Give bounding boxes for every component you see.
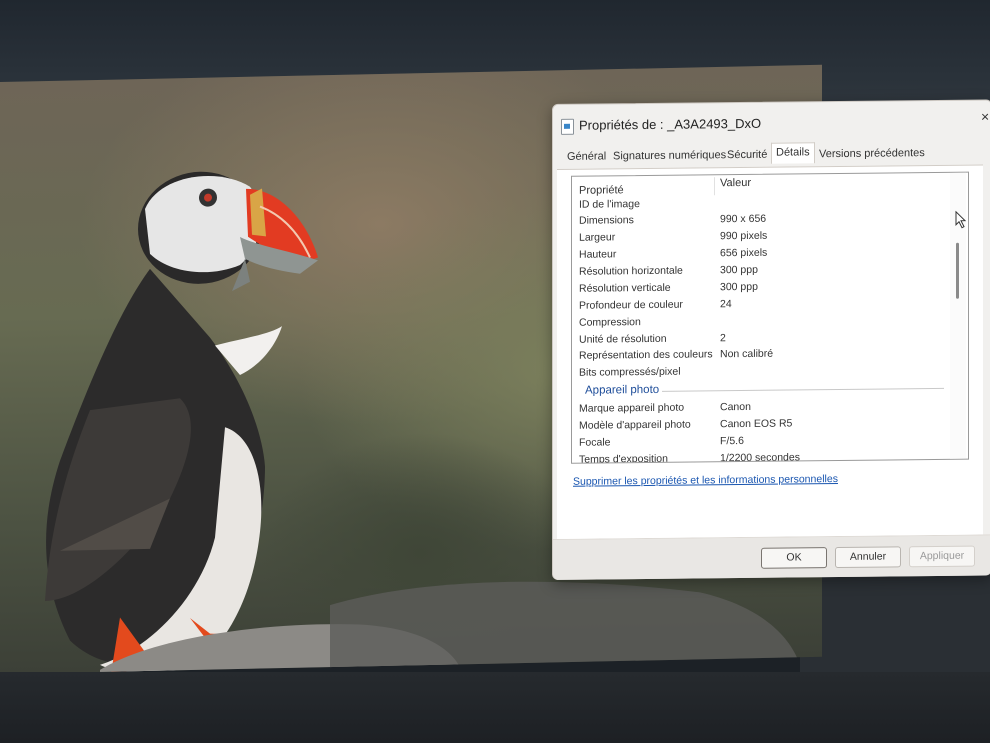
property-value: 300 ppp <box>720 263 758 277</box>
property-name: Hauteur <box>579 248 617 261</box>
remove-properties-link[interactable]: Supprimer les propriétés et les informat… <box>573 473 838 488</box>
property-value: 990 pixels <box>720 229 768 243</box>
property-value: F/5.6 <box>720 434 744 448</box>
property-name: Temps d'exposition <box>579 452 668 464</box>
property-name: Bits compressés/pixel <box>579 365 681 379</box>
desktop-background <box>800 560 990 680</box>
column-divider[interactable] <box>714 177 715 196</box>
tab-general[interactable]: Général <box>563 148 610 164</box>
tab-security[interactable]: Sécurité <box>723 147 771 164</box>
property-name: Dimensions <box>579 214 634 227</box>
details-panel: Propriété Valeur ID de l'image Dimension… <box>557 164 983 570</box>
column-header-property[interactable]: Propriété <box>579 184 624 196</box>
property-name: Compression <box>579 316 641 329</box>
property-name: Focale <box>579 436 611 449</box>
monitor-bezel-bottom <box>0 672 990 743</box>
close-button[interactable]: × <box>981 108 989 124</box>
property-name: Résolution horizontale <box>579 264 683 278</box>
group-heading-camera: Appareil photo <box>585 383 660 397</box>
tab-digital-signatures[interactable]: Signatures numériques <box>609 147 730 164</box>
cancel-button[interactable]: Annuler <box>835 546 901 569</box>
ok-button[interactable]: OK <box>761 547 827 569</box>
list-item[interactable]: Bits compressés/pixel <box>572 361 948 382</box>
property-value: Canon <box>720 400 751 414</box>
tab-previous-versions[interactable]: Versions précédentes <box>815 145 929 162</box>
property-value: 300 ppp <box>720 280 758 294</box>
property-name: Profondeur de couleur <box>579 298 683 312</box>
image-file-icon <box>561 118 574 135</box>
properties-list[interactable]: Propriété Valeur ID de l'image Dimension… <box>571 171 969 464</box>
property-value: Canon EOS R5 <box>720 417 793 431</box>
apply-button[interactable]: Appliquer <box>909 545 975 568</box>
property-name: Largeur <box>579 231 616 244</box>
property-value: 2 <box>720 332 726 345</box>
dialog-title: Propriétés de : _A3A2493_DxO <box>579 115 762 133</box>
property-value: 1/2200 secondes <box>720 451 800 464</box>
list-item[interactable]: Temps d'exposition 1/2200 secondes <box>572 448 948 464</box>
tab-details[interactable]: Détails <box>771 142 815 164</box>
dialog-titlebar[interactable]: Propriétés de : _A3A2493_DxO × <box>553 100 990 145</box>
dialog-footer: OK Annuler Appliquer <box>553 534 990 580</box>
properties-dialog: Propriétés de : _A3A2493_DxO × Général S… <box>552 99 990 581</box>
property-name: Unité de résolution <box>579 332 667 346</box>
property-value: 990 x 656 <box>720 212 767 226</box>
property-name: Représentation des couleurs <box>579 348 713 362</box>
property-value: Non calibré <box>720 347 774 361</box>
property-name: ID de l'image <box>579 198 640 211</box>
property-name: Modèle d'appareil photo <box>579 418 691 432</box>
scrollbar-thumb[interactable] <box>956 242 959 299</box>
group-divider <box>662 387 944 392</box>
property-value: 656 pixels <box>720 246 768 260</box>
property-value: 24 <box>720 298 732 311</box>
column-header-value[interactable]: Valeur <box>720 177 751 189</box>
property-name: Marque appareil photo <box>579 401 685 415</box>
mouse-cursor-icon <box>955 210 967 229</box>
property-name: Résolution verticale <box>579 281 671 295</box>
